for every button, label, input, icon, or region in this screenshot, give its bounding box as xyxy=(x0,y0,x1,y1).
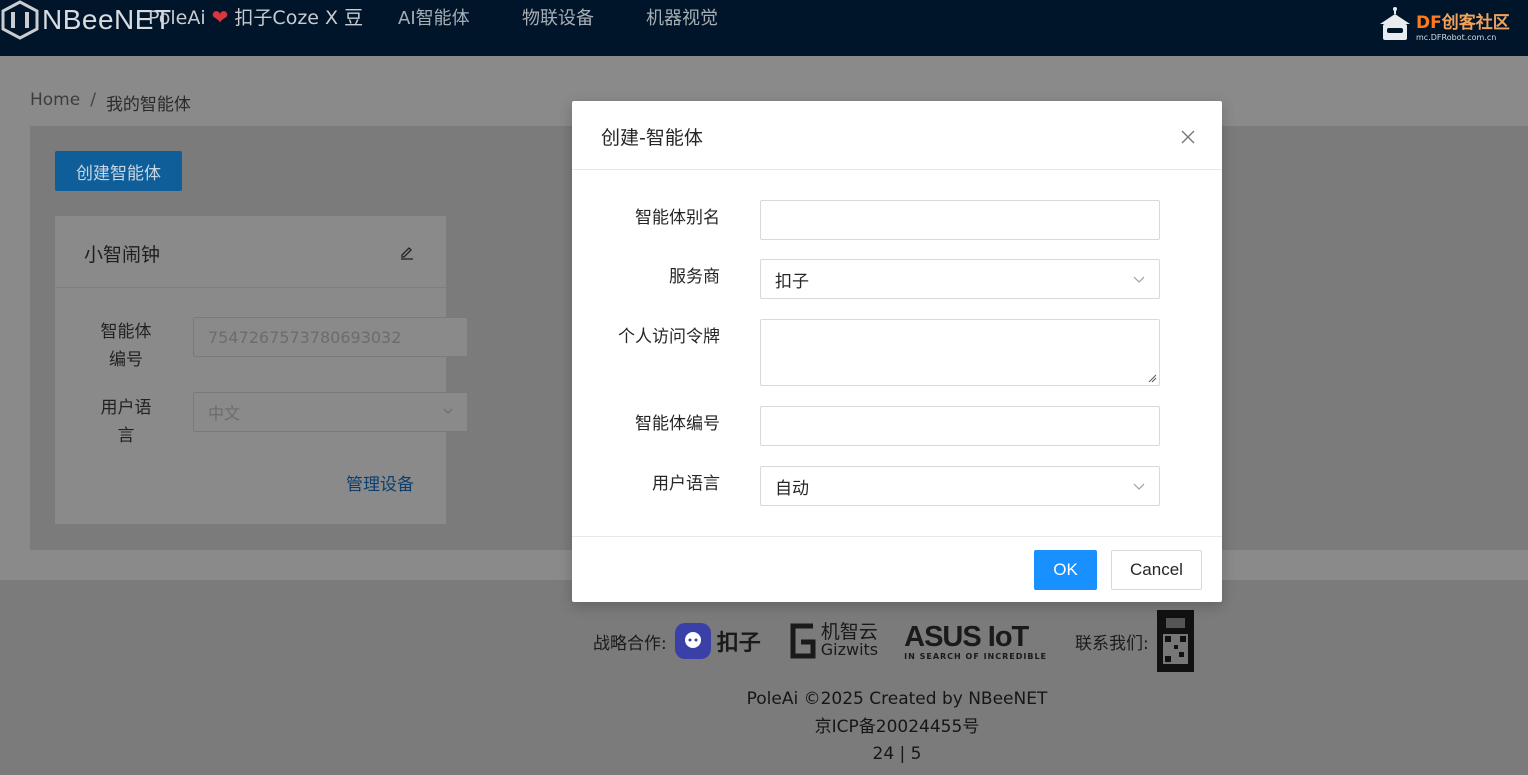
provider-value: 扣子 xyxy=(775,271,809,292)
icp-text[interactable]: 京ICP备20024455号 xyxy=(0,714,1528,742)
breadcrumb-current: 我的智能体 xyxy=(105,95,191,115)
edit-icon[interactable] xyxy=(399,244,415,260)
asus-sub: IN SEARCH OF INCREDIBLE xyxy=(904,651,1048,661)
agent-id-input[interactable] xyxy=(760,406,1160,446)
agent-card: 小智闹钟 智能体 编号 7547267573780693032 用户语 言 中文… xyxy=(55,216,468,524)
site-logo[interactable]: NBeeNET xyxy=(0,0,172,40)
user-language-value: 自动 xyxy=(775,478,809,499)
agent-card-header: 小智闹钟 xyxy=(55,216,446,288)
dfrobot-url: mc.DFRobot.com.cn xyxy=(1416,33,1497,42)
dfrobot-logo[interactable]: DF创客社区 mc.DFRobot.com.cn xyxy=(1368,0,1528,50)
top-navbar: NBeeNET PoleAi ❤ 扣子Coze X 豆 AI智能体 物联设备 机器视… xyxy=(0,0,1528,56)
modal-title: 创建-智能体 xyxy=(601,127,703,149)
modal-header: 创建-智能体 xyxy=(572,101,1222,170)
modal-footer: OK Cancel xyxy=(572,536,1222,602)
agent-id-label: 智能体 编号 xyxy=(100,322,152,370)
qr-code-icon xyxy=(1156,610,1194,672)
nav-item-machine-vision[interactable]: 机器视觉 xyxy=(646,4,718,30)
chevron-down-icon xyxy=(1133,276,1145,283)
nav-item-ai-agent[interactable]: AI智能体 xyxy=(398,4,470,30)
cancel-button[interactable]: Cancel xyxy=(1111,550,1202,590)
asus-iot-partner-logo[interactable]: ASUS IoT IN SEARCH OF INCREDIBLE xyxy=(904,622,1047,661)
user-language-label: 用户语言 xyxy=(652,474,720,494)
asus-main: ASUS IoT xyxy=(904,620,1029,653)
robot-icon xyxy=(1380,7,1410,40)
copyright-text: PoleAi ©2025 Created by NBeeNET xyxy=(746,689,1048,709)
chevron-down-icon xyxy=(443,408,453,414)
gizwits-partner-logo[interactable]: 机智云 Gizwits xyxy=(787,622,878,660)
access-token-textarea[interactable] xyxy=(760,319,1160,386)
create-agent-modal: 创建-智能体 智能体别名 服务商 扣子 个人访问令牌 智能体编号 用户语言 自动… xyxy=(572,101,1222,602)
manage-devices-link[interactable]: 管理设备 xyxy=(346,470,414,495)
breadcrumb: Home / 我的智能体 xyxy=(30,90,191,115)
user-language-label: 用户语 言 xyxy=(100,398,152,446)
partners-label: 战略合作: xyxy=(593,633,667,654)
create-agent-button[interactable]: 创建智能体 xyxy=(55,151,182,191)
coze-icon xyxy=(674,623,711,659)
close-icon[interactable] xyxy=(1180,129,1196,145)
brand-right: 扣子Coze X 豆 xyxy=(234,7,364,29)
nav-brand[interactable]: PoleAi ❤ 扣子Coze X 豆 xyxy=(148,3,363,30)
coze-label: 扣子 xyxy=(716,631,761,656)
agent-card-title: 小智闹钟 xyxy=(84,244,161,266)
breadcrumb-separator: / xyxy=(90,90,96,110)
gizwits-cn: 机智云 xyxy=(820,621,878,643)
provider-select[interactable]: 扣子 xyxy=(760,259,1160,299)
copyright-block: PoleAi ©2025 Created by NBeeNET 京ICP备200… xyxy=(0,686,1528,769)
ok-button[interactable]: OK xyxy=(1034,550,1097,590)
agent-alias-label: 智能体别名 xyxy=(635,208,720,228)
hexagon-logo-icon xyxy=(1,0,39,40)
resize-handle-icon[interactable] xyxy=(1147,373,1157,383)
breadcrumb-home[interactable]: Home xyxy=(30,90,80,115)
chevron-down-icon xyxy=(1133,483,1145,490)
partners-row: 战略合作: 扣子 机智云 Gizwits ASUS IoT IN SEARCH … xyxy=(593,610,1194,672)
dfrobot-title: DF创客社区 xyxy=(1416,13,1510,33)
gizwits-icon xyxy=(790,623,816,659)
contact-label: 联系我们: xyxy=(1075,633,1149,654)
user-language-value: 中文 xyxy=(208,404,241,423)
agent-id-field[interactable]: 7547267573780693032 xyxy=(193,317,468,357)
heart-icon: ❤ xyxy=(211,5,229,29)
agent-id-label: 智能体编号 xyxy=(635,414,720,434)
provider-label: 服务商 xyxy=(669,267,720,287)
user-language-select[interactable]: 中文 xyxy=(193,392,468,432)
nav-item-iot-devices[interactable]: 物联设备 xyxy=(522,4,594,30)
user-language-select[interactable]: 自动 xyxy=(760,466,1160,506)
agent-alias-input[interactable] xyxy=(760,200,1160,240)
coze-partner-logo[interactable]: 扣子 xyxy=(674,623,761,659)
visit-counter: 24 | 5 xyxy=(872,744,922,764)
brand-left: PoleAi xyxy=(148,7,206,29)
access-token-label: 个人访问令牌 xyxy=(618,327,720,347)
gizwits-en: Gizwits xyxy=(820,640,879,659)
